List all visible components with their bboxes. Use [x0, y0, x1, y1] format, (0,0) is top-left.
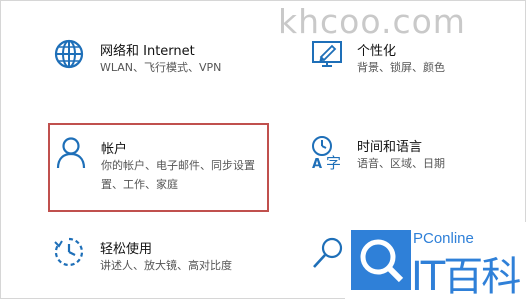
ease-of-access-icon [54, 237, 84, 267]
tile-network-desc: WLAN、飞行模式、VPN [100, 61, 222, 74]
tile-accounts-desc-line1: 你的帐户、电子邮件、同步设置 [101, 159, 255, 172]
tile-network[interactable]: 网络和 Internet WLAN、飞行模式、VPN [48, 34, 268, 84]
tile-accounts-desc-line2: 置、工作、家庭 [101, 178, 178, 191]
tile-personalization[interactable]: 个性化 背景、锁屏、颜色 [305, 34, 505, 84]
tile-time-language-title: 时间和语言 [357, 140, 423, 155]
tile-accounts[interactable]: 帐户 你的帐户、电子邮件、同步设置 置、工作、家庭 [48, 123, 269, 212]
tile-personalization-title: 个性化 [357, 44, 397, 59]
tile-accounts-title: 帐户 [101, 142, 128, 157]
tile-ease-of-access-desc: 讲述人、放大镜、高对比度 [100, 259, 232, 272]
pconline-logo: PConline IT百科 [345, 222, 526, 300]
personalization-icon [312, 41, 342, 67]
globe-icon [54, 39, 84, 69]
logo-magnifier-icon [360, 239, 404, 283]
tile-time-language[interactable]: A 字 时间和语言 语音、区域、日期 [305, 130, 505, 180]
tile-ease-of-access[interactable]: 轻松使用 讲述人、放大镜、高对比度 [48, 232, 268, 282]
logo-brand-main: IT百科 [411, 254, 521, 300]
svg-text:字: 字 [326, 154, 341, 170]
tile-search[interactable] [305, 232, 350, 282]
tile-network-title: 网络和 Internet [100, 44, 195, 59]
svg-text:A: A [312, 157, 322, 170]
person-icon [56, 137, 86, 169]
time-language-icon: A 字 [312, 136, 341, 170]
tile-ease-of-access-title: 轻松使用 [100, 242, 153, 257]
logo-search-badge [351, 230, 411, 290]
tile-time-language-desc: 语音、区域、日期 [357, 157, 445, 170]
search-icon [313, 237, 343, 268]
tile-personalization-desc: 背景、锁屏、颜色 [357, 61, 445, 74]
